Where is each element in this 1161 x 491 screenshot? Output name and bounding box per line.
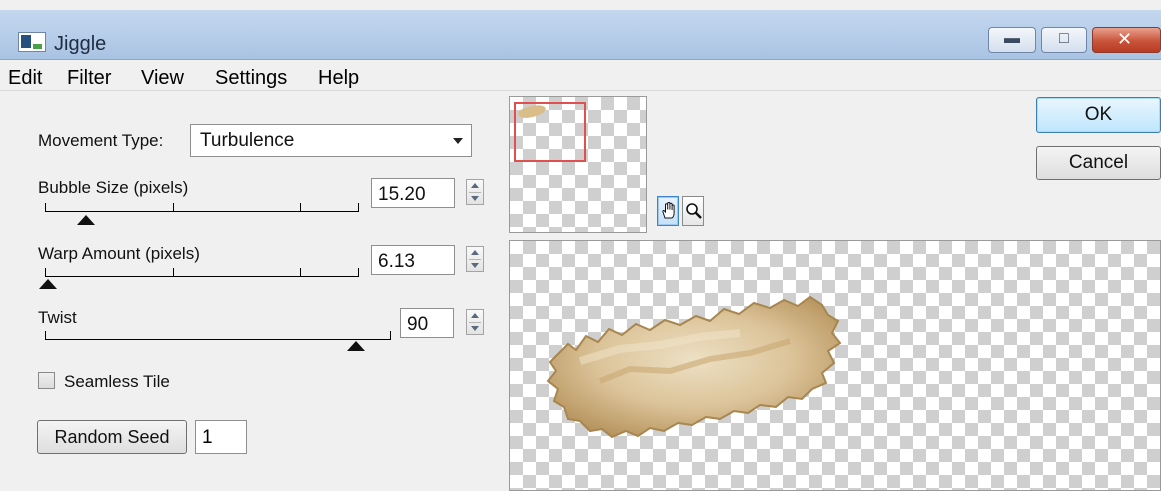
slider-tick bbox=[173, 268, 174, 276]
menu-edit[interactable]: Edit bbox=[8, 67, 42, 90]
title-bar[interactable]: Jiggle ▬ □ ✕ bbox=[0, 10, 1161, 60]
twist-label: Twist bbox=[38, 308, 77, 327]
jiggled-image-preview bbox=[546, 295, 842, 439]
twist-slider[interactable] bbox=[45, 331, 391, 340]
jiggle-window: Jiggle ▬ □ ✕ Edit Filter View Settings H… bbox=[0, 0, 1161, 491]
ok-button[interactable]: OK bbox=[1036, 97, 1161, 133]
slider-tick bbox=[300, 268, 301, 276]
menu-view[interactable]: View bbox=[141, 67, 184, 90]
warp-amount-slider[interactable] bbox=[45, 268, 359, 277]
bubble-size-input[interactable]: 15.20 bbox=[371, 178, 455, 208]
random-seed-value: 1 bbox=[202, 427, 213, 448]
twist-input[interactable]: 90 bbox=[400, 308, 454, 338]
navigator-viewport-rect[interactable] bbox=[514, 102, 586, 162]
menu-bar: Edit Filter View Settings Help bbox=[0, 61, 1161, 91]
close-button[interactable]: ✕ bbox=[1092, 27, 1161, 53]
warp-amount-input[interactable]: 6.13 bbox=[371, 245, 455, 275]
twist-value: 90 bbox=[407, 314, 429, 335]
movement-type-label: Movement Type: bbox=[38, 131, 164, 150]
navigator-thumbnail[interactable] bbox=[509, 96, 647, 233]
close-icon: ✕ bbox=[1117, 29, 1133, 49]
slider-tick bbox=[173, 203, 174, 211]
warp-amount-value: 6.13 bbox=[378, 251, 415, 272]
seamless-tile-label[interactable]: Seamless Tile bbox=[64, 372, 170, 392]
warp-amount-slider-thumb[interactable] bbox=[39, 279, 58, 289]
bubble-size-spinner[interactable] bbox=[466, 179, 484, 205]
maximize-button[interactable]: □ bbox=[1041, 27, 1087, 53]
warp-amount-label: Warp Amount (pixels) bbox=[38, 244, 200, 263]
window-title: Jiggle bbox=[54, 33, 107, 55]
minimize-icon: ▬ bbox=[1004, 30, 1020, 47]
cancel-button[interactable]: Cancel bbox=[1036, 146, 1161, 180]
random-seed-button[interactable]: Random Seed bbox=[37, 420, 187, 454]
warp-amount-spinner[interactable] bbox=[466, 246, 484, 272]
magnifier-icon bbox=[686, 203, 702, 219]
menu-settings[interactable]: Settings bbox=[215, 67, 287, 90]
minimize-button[interactable]: ▬ bbox=[988, 27, 1036, 53]
bubble-size-slider-thumb[interactable] bbox=[76, 215, 95, 225]
twist-slider-thumb[interactable] bbox=[347, 341, 366, 351]
twist-spinner[interactable] bbox=[466, 309, 484, 335]
preview-canvas[interactable] bbox=[509, 240, 1161, 491]
movement-type-dropdown[interactable]: Turbulence bbox=[190, 124, 472, 157]
bubble-size-label: Bubble Size (pixels) bbox=[38, 178, 189, 197]
chevron-down-icon bbox=[453, 138, 463, 144]
seamless-tile-checkbox[interactable] bbox=[38, 372, 55, 389]
bubble-size-value: 15.20 bbox=[378, 184, 426, 205]
zoom-tool-button[interactable] bbox=[682, 196, 704, 226]
pan-tool-button[interactable] bbox=[657, 196, 679, 226]
menu-filter[interactable]: Filter bbox=[67, 67, 111, 90]
app-icon bbox=[18, 32, 46, 52]
hand-icon bbox=[662, 201, 675, 219]
maximize-icon: □ bbox=[1059, 30, 1069, 47]
random-seed-input[interactable]: 1 bbox=[195, 420, 247, 454]
slider-tick bbox=[300, 203, 301, 211]
movement-type-value: Turbulence bbox=[200, 130, 295, 151]
bubble-size-slider[interactable] bbox=[45, 203, 359, 212]
menu-help[interactable]: Help bbox=[318, 67, 359, 90]
